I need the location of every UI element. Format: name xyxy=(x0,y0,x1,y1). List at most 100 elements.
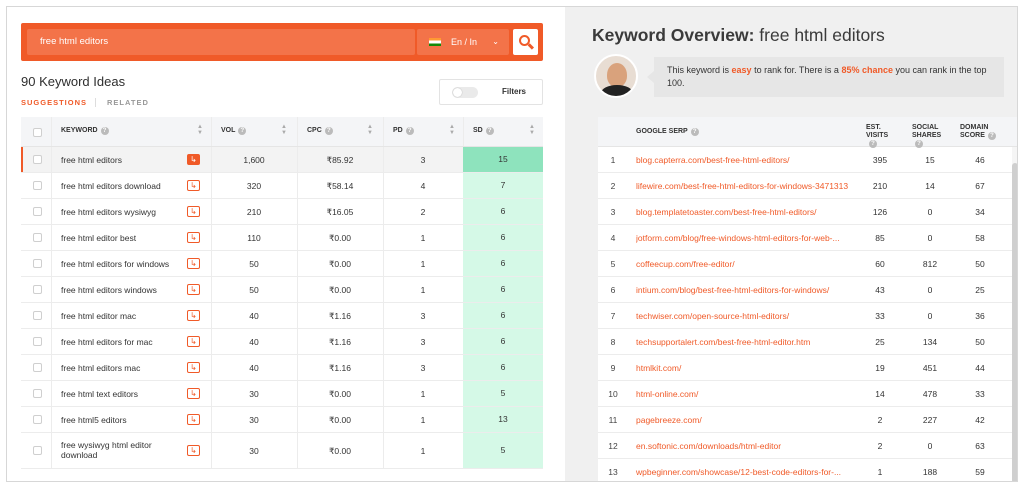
search-button[interactable] xyxy=(513,29,538,55)
header-vol[interactable]: VOL? xyxy=(221,127,247,135)
header-domain-score[interactable]: DOMAIN SCORE? xyxy=(960,124,998,140)
arrow-jump-icon[interactable]: ↳ xyxy=(187,154,200,165)
serp-url-link[interactable]: techwiser.com/open-source-html-editors/ xyxy=(636,311,856,321)
social-shares-cell: 0 xyxy=(927,207,933,217)
row-checkbox[interactable] xyxy=(33,207,42,216)
keyword-cell[interactable]: free html editors for windows xyxy=(61,259,181,269)
row-checkbox[interactable] xyxy=(33,233,42,242)
keyword-cell[interactable]: free html editor best xyxy=(61,233,181,243)
header-est-visits[interactable]: EST. VISITS? xyxy=(866,124,898,148)
pd-cell: 1 xyxy=(420,259,426,269)
sort-icon[interactable]: ▲ ▼ xyxy=(367,124,373,136)
table-row[interactable]: free html editors wysiwyg ↳ 210 ₹16.05 2 6 xyxy=(21,199,543,225)
header-pd[interactable]: PD? xyxy=(393,127,414,135)
header-cpc[interactable]: CPC? xyxy=(307,127,333,135)
row-checkbox[interactable] xyxy=(33,285,42,294)
sort-icon[interactable]: ▲ ▼ xyxy=(449,124,455,136)
serp-url-link[interactable]: blog.capterra.com/best-free-html-editors… xyxy=(636,155,856,165)
question-circle-icon[interactable]: ? xyxy=(324,127,333,135)
arrow-jump-icon[interactable]: ↳ xyxy=(187,258,200,269)
arrow-jump-icon[interactable]: ↳ xyxy=(187,310,200,321)
serp-url-link[interactable]: blog.templatetoaster.com/best-free-html-… xyxy=(636,207,856,217)
keyword-cell[interactable]: free wysiwyg html editor download xyxy=(61,440,181,460)
keyword-cell[interactable]: free html editors windows xyxy=(61,285,181,295)
arrow-jump-icon[interactable]: ↳ xyxy=(187,414,200,425)
question-circle-icon[interactable]: ? xyxy=(987,132,996,140)
table-row[interactable]: free wysiwyg html editor download ↳ 30 ₹0.0… xyxy=(21,433,543,469)
question-circle-icon[interactable]: ? xyxy=(238,127,247,135)
serp-url-link[interactable]: lifewire.com/best-free-html-editors-for-… xyxy=(636,181,856,191)
arrow-jump-icon[interactable]: ↳ xyxy=(187,445,200,456)
keyword-cell[interactable]: free html5 editors xyxy=(61,415,181,425)
header-social-shares[interactable]: SOCIAL SHARES? xyxy=(912,124,946,148)
arrow-jump-icon[interactable]: ↳ xyxy=(187,336,200,347)
serp-url-link[interactable]: intium.com/blog/best-free-html-editors-f… xyxy=(636,285,856,295)
serp-url-link[interactable]: html-online.com/ xyxy=(636,389,856,399)
row-checkbox[interactable] xyxy=(33,311,42,320)
select-all-checkbox[interactable] xyxy=(33,128,42,137)
arrow-jump-icon[interactable]: ↳ xyxy=(187,388,200,399)
serp-scrollbar-thumb[interactable] xyxy=(1012,163,1017,481)
keyword-cell[interactable]: free html editors wysiwyg xyxy=(61,207,181,217)
social-shares-cell: 451 xyxy=(922,363,938,373)
tab-related[interactable]: RELATED xyxy=(107,98,149,107)
question-circle-icon[interactable]: ? xyxy=(485,127,494,135)
table-row[interactable]: free html5 editors ↳ 30 ₹0.00 1 13 xyxy=(21,407,543,433)
serp-url-link[interactable]: htmlkit.com/ xyxy=(636,363,856,373)
arrow-jump-icon[interactable]: ↳ xyxy=(187,284,200,295)
avatar-shirt xyxy=(601,85,633,96)
keyword-cell[interactable]: free html editors xyxy=(61,155,181,165)
table-row[interactable]: free html editors windows ↳ 50 ₹0.00 1 6 xyxy=(21,277,543,303)
table-row[interactable]: free html text editors ↳ 30 ₹0.00 1 5 xyxy=(21,381,543,407)
table-row[interactable]: free html editors for windows ↳ 50 ₹0.00 1 6 xyxy=(21,251,543,277)
est-visits-cell: 2 xyxy=(877,415,883,425)
social-shares-cell: 0 xyxy=(927,285,933,295)
question-circle-icon[interactable]: ? xyxy=(690,128,699,136)
row-checkbox[interactable] xyxy=(33,259,42,268)
keyword-cell[interactable]: free html editor mac xyxy=(61,311,181,321)
row-checkbox[interactable] xyxy=(33,363,42,372)
header-keyword[interactable]: KEYWORD? xyxy=(61,127,109,135)
sort-icon[interactable]: ▲ ▼ xyxy=(281,124,287,136)
keyword-cell[interactable]: free html editors download xyxy=(61,181,181,191)
serp-url-link[interactable]: wpbeginner.com/showcase/12-best-code-edi… xyxy=(636,467,856,477)
table-row[interactable]: free html editors ↳ 1,600 ₹85.92 3 15 xyxy=(21,147,543,173)
sort-icon[interactable]: ▲ ▼ xyxy=(529,124,535,136)
serp-url-link[interactable]: pagebreeze.com/ xyxy=(636,415,856,425)
serp-url-link[interactable]: techsupportalert.com/best-free-html-edit… xyxy=(636,337,856,347)
keyword-cell[interactable]: free html editors mac xyxy=(61,363,181,373)
row-checkbox[interactable] xyxy=(33,446,42,455)
serp-url-link[interactable]: jotform.com/blog/free-windows-html-edito… xyxy=(636,233,856,243)
table-row[interactable]: free html editor mac ↳ 40 ₹1.16 3 6 xyxy=(21,303,543,329)
sort-icon[interactable]: ▲ ▼ xyxy=(197,124,203,136)
arrow-jump-icon[interactable]: ↳ xyxy=(187,206,200,217)
serp-rank: 6 xyxy=(610,285,616,295)
row-checkbox[interactable] xyxy=(33,389,42,398)
est-visits-cell: 85 xyxy=(875,233,885,243)
arrow-jump-icon[interactable]: ↳ xyxy=(187,180,200,191)
table-row[interactable]: free html editors mac ↳ 40 ₹1.16 3 6 xyxy=(21,355,543,381)
keyword-cell[interactable]: free html text editors xyxy=(61,389,181,399)
keyword-cell[interactable]: free html editors for mac xyxy=(61,337,181,347)
header-google-serp[interactable]: GOOGLE SERP? xyxy=(636,128,699,136)
row-checkbox[interactable] xyxy=(33,181,42,190)
filters-switch[interactable] xyxy=(452,87,478,98)
serp-url-link[interactable]: coffeecup.com/free-editor/ xyxy=(636,259,856,269)
row-checkbox[interactable] xyxy=(33,415,42,424)
filters-toggle[interactable]: Filters xyxy=(439,79,543,105)
table-row[interactable]: free html editors for mac ↳ 40 ₹1.16 3 6 xyxy=(21,329,543,355)
question-circle-icon[interactable]: ? xyxy=(405,127,414,135)
row-checkbox[interactable] xyxy=(33,155,42,164)
locale-select[interactable]: En / In ⌄ xyxy=(417,29,509,55)
serp-url-link[interactable]: en.softonic.com/downloads/html-editor xyxy=(636,441,856,451)
table-row[interactable]: free html editor best ↳ 110 ₹0.00 1 6 xyxy=(21,225,543,251)
row-checkbox[interactable] xyxy=(33,337,42,346)
tab-suggestions[interactable]: SUGGESTIONS xyxy=(21,98,87,107)
serp-row: 1 blog.capterra.com/best-free-html-editor… xyxy=(598,147,1017,173)
table-row[interactable]: free html editors download ↳ 320 ₹58.14 4 7 xyxy=(21,173,543,199)
header-sd[interactable]: SD? xyxy=(473,127,494,135)
arrow-jump-icon[interactable]: ↳ xyxy=(187,362,200,373)
question-circle-icon[interactable]: ? xyxy=(100,127,109,135)
arrow-jump-icon[interactable]: ↳ xyxy=(187,232,200,243)
search-input[interactable]: free html editors xyxy=(27,29,415,55)
